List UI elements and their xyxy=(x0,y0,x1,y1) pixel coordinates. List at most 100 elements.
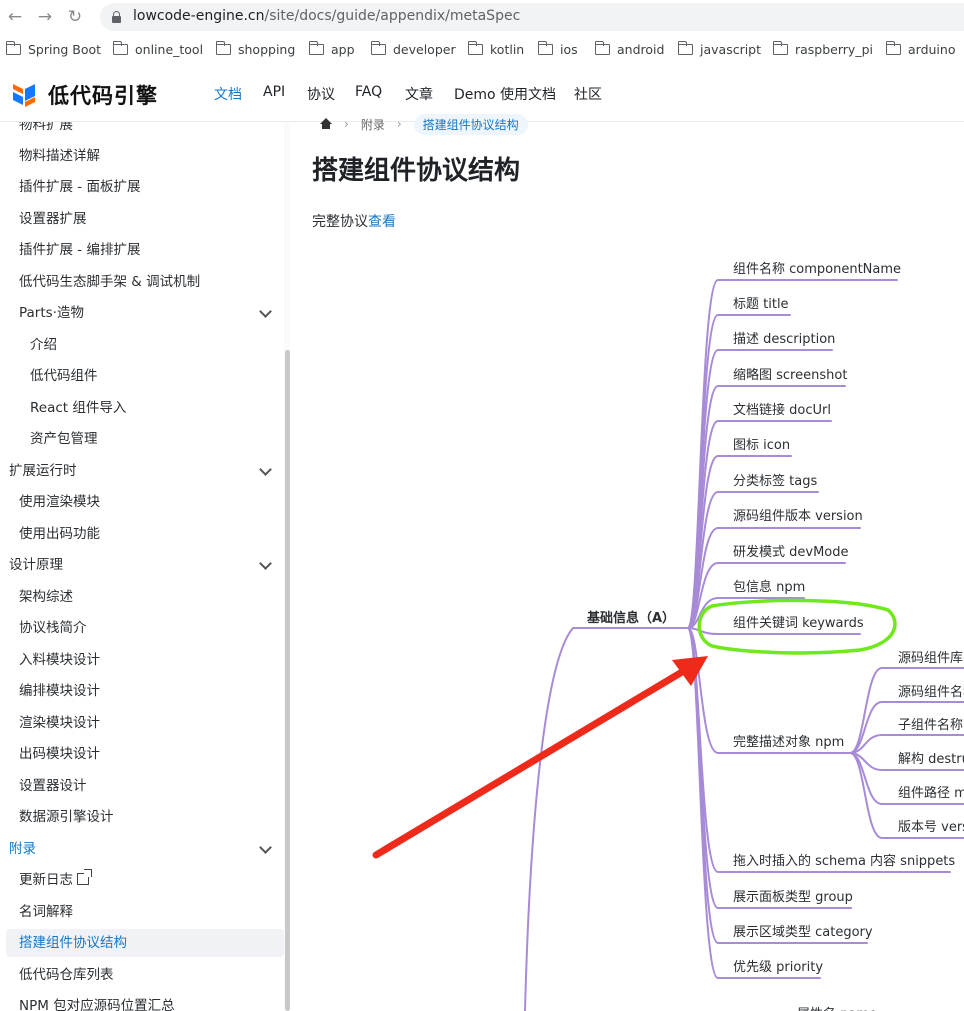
sidebar-item[interactable]: 低代码仓库列表 xyxy=(0,961,284,989)
folder-icon xyxy=(467,40,483,55)
mindmap-node: 描述 description xyxy=(733,332,836,347)
sidebar-item[interactable]: 低代码生态脚手架 & 调试机制 xyxy=(0,268,284,296)
sidebar-item[interactable]: 使用出码功能 xyxy=(0,520,284,548)
mindmap-node: 优先级 priority xyxy=(733,960,824,975)
chevron-down-icon[interactable] xyxy=(259,463,272,476)
sidebar-item[interactable]: 数据源引擎设计 xyxy=(0,803,284,831)
bookmark-folder[interactable]: javascript xyxy=(677,40,762,58)
folder-icon xyxy=(772,40,788,55)
sidebar-group-runtime[interactable]: 扩展运行时 xyxy=(0,457,284,485)
logo-icon[interactable] xyxy=(10,80,38,108)
sidebar-item[interactable]: 插件扩展 - 面板扩展 xyxy=(0,173,284,201)
nav-community[interactable]: 社区 xyxy=(574,84,602,104)
nav-faq[interactable]: FAQ xyxy=(355,84,382,100)
sidebar-item[interactable]: 编排模块设计 xyxy=(0,677,284,705)
bookmark-label: javascript xyxy=(700,41,762,57)
mindmap-node: 分类标签 tags xyxy=(733,474,818,489)
bookmark-label: ios xyxy=(560,41,578,57)
reload-icon[interactable]: ↻ xyxy=(64,6,86,28)
bookmark-folder[interactable]: Spring Boot xyxy=(5,40,102,58)
mindmap-diagram: 基础信息（A） 组件名称 componentName 标题 title 描述 d… xyxy=(290,122,964,1011)
bookmark-label: raspberry_pi xyxy=(795,41,873,57)
sidebar-item[interactable]: 名词解释 xyxy=(0,898,284,926)
address-bar[interactable]: lowcode-engine.cn/site/docs/guide/append… xyxy=(100,3,964,31)
sidebar-item[interactable]: 出码模块设计 xyxy=(0,740,284,768)
nav-articles[interactable]: 文章 xyxy=(405,84,433,104)
mindmap-subnode: 子组件名称 xyxy=(898,718,964,733)
chevron-down-icon[interactable] xyxy=(259,557,272,570)
sidebar-group-design[interactable]: 设计原理 xyxy=(0,551,284,579)
bookmark-label: shopping xyxy=(238,41,296,57)
sidebar-item[interactable]: 设置器设计 xyxy=(0,772,284,800)
mindmap-node: 标题 title xyxy=(733,297,789,312)
bookmark-label: app xyxy=(331,41,355,57)
mindmap-branches xyxy=(372,279,964,1011)
bookmark-label: Spring Boot xyxy=(28,41,102,57)
sidebar-item-changelog[interactable]: 更新日志 xyxy=(0,866,284,894)
back-arrow-icon[interactable]: ← xyxy=(4,6,26,28)
nav-docs[interactable]: 文档 xyxy=(214,84,242,104)
nav-protocol[interactable]: 协议 xyxy=(307,84,335,104)
bookmarks-bar: Spring Boot online_tool shopping app dev… xyxy=(0,34,964,62)
url-text[interactable]: lowcode-engine.cn/site/docs/guide/append… xyxy=(133,8,520,24)
nav-demo-docs[interactable]: Demo 使用文档 xyxy=(454,84,556,104)
bookmark-folder[interactable]: app xyxy=(308,40,355,58)
sidebar-item[interactable]: 渲染模块设计 xyxy=(0,709,284,737)
mindmap-node-next: 属性名 name xyxy=(797,1003,877,1011)
logo-text[interactable]: 低代码引擎 xyxy=(48,80,158,110)
sidebar-item[interactable]: 协议栈简介 xyxy=(0,614,284,642)
mindmap-node: 缩略图 screenshot xyxy=(733,368,848,383)
sidebar-item[interactable]: NPM 包对应源码位置汇总 xyxy=(0,992,284,1011)
mindmap-root-node: 基础信息（A） xyxy=(587,611,676,626)
sidebar-item[interactable]: 使用渲染模块 xyxy=(0,488,284,516)
sidebar-item[interactable]: 资产包管理 xyxy=(0,425,284,453)
folder-icon xyxy=(112,40,128,55)
folder-icon xyxy=(308,40,324,55)
sidebar-item[interactable]: 入料模块设计 xyxy=(0,646,284,674)
mindmap-node: 文档链接 docUrl xyxy=(733,403,831,418)
mindmap-node: 研发模式 devMode xyxy=(733,545,849,560)
bookmark-folder[interactable]: online_tool xyxy=(112,40,204,58)
bookmark-label: online_tool xyxy=(135,41,204,57)
mindmap-node: 包信息 npm xyxy=(733,580,806,595)
sidebar-item-label: 扩展运行时 xyxy=(9,463,77,479)
sidebar-item[interactable]: 低代码组件 xyxy=(0,362,284,390)
sidebar-item[interactable]: 介绍 xyxy=(0,331,284,359)
bookmark-label: developer xyxy=(393,41,456,57)
sidebar-group-parts[interactable]: Parts·造物 xyxy=(0,299,284,327)
mindmap-subnode: 解构 destructuring xyxy=(898,752,964,767)
bookmark-folder[interactable]: raspberry_pi xyxy=(772,40,873,58)
bookmark-folder[interactable]: developer xyxy=(370,40,456,58)
mindmap-node: 展示面板类型 group xyxy=(733,890,853,905)
chevron-down-icon[interactable] xyxy=(259,841,272,854)
sidebar-item-label: Parts·造物 xyxy=(19,305,84,321)
mindmap-node: 展示区域类型 category xyxy=(733,925,873,940)
bookmark-folder[interactable]: ios xyxy=(537,40,578,58)
sidebar-item-label: 设计原理 xyxy=(9,557,63,573)
bookmark-folder[interactable]: kotlin xyxy=(467,40,524,58)
forward-arrow-icon[interactable]: → xyxy=(34,6,56,28)
sidebar-item[interactable]: React 组件导入 xyxy=(0,394,284,422)
sidebar-item[interactable]: 物料描述详解 xyxy=(0,142,284,170)
sidebar-item[interactable]: 插件扩展 - 编排扩展 xyxy=(0,236,284,264)
mindmap-node: 组件名称 componentName xyxy=(733,262,902,277)
sidebar-item[interactable]: 架构综述 xyxy=(0,583,284,611)
mindmap-subnode: 组件路径 main xyxy=(898,786,964,801)
chevron-down-icon[interactable] xyxy=(259,305,272,318)
lock-icon[interactable] xyxy=(112,11,121,23)
nav-api[interactable]: API xyxy=(263,84,285,100)
folder-icon xyxy=(5,40,21,55)
bookmark-folder[interactable]: arduino xyxy=(885,40,955,58)
sidebar-item-selected[interactable]: 搭建组件协议结构 xyxy=(6,929,284,957)
sidebar-item[interactable]: 物料扩展 xyxy=(0,122,284,139)
folder-icon xyxy=(885,40,901,55)
folder-icon xyxy=(370,40,386,55)
external-link-icon xyxy=(77,869,92,885)
sidebar-item[interactable]: 设置器扩展 xyxy=(0,205,284,233)
bookmark-folder[interactable]: shopping xyxy=(215,40,296,58)
bookmark-folder[interactable]: android xyxy=(594,40,664,58)
mindmap-node: 拖入时插入的 schema 内容 snippets xyxy=(733,854,956,869)
sidebar-group-appendix[interactable]: 附录 xyxy=(0,835,284,863)
sidebar-item-label: 附录 xyxy=(9,841,36,857)
mindmap-node-npm: 完整描述对象 npm xyxy=(733,735,845,750)
